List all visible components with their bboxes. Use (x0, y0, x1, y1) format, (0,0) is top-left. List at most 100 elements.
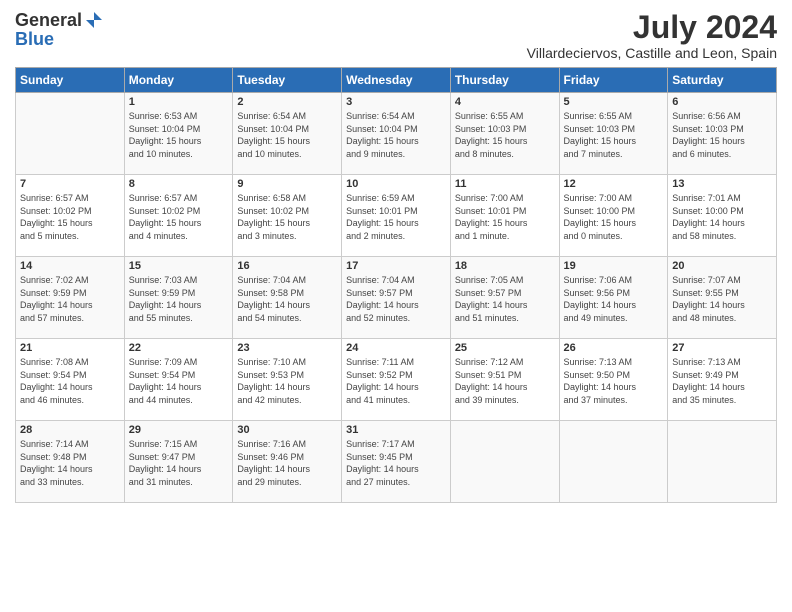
col-saturday: Saturday (668, 68, 777, 93)
logo-general: General (15, 10, 82, 31)
calendar-cell (668, 421, 777, 503)
calendar-cell: 27 Sunrise: 7:13 AM Sunset: 9:49 PM Dayli… (668, 339, 777, 421)
day-info: Sunrise: 6:55 AM Sunset: 10:03 PM Daylig… (455, 110, 555, 160)
col-monday: Monday (124, 68, 233, 93)
calendar-cell: 17 Sunrise: 7:04 AM Sunset: 9:57 PM Dayli… (342, 257, 451, 339)
calendar-cell: 2Sunrise: 6:54 AM Sunset: 10:04 PM Dayli… (233, 93, 342, 175)
calendar-cell: 15Sunrise: 7:03 AM Sunset: 9:59 PM Dayli… (124, 257, 233, 339)
calendar-cell: 20Sunrise: 7:07 AM Sunset: 9:55 PM Dayli… (668, 257, 777, 339)
day-number: 29 (129, 424, 229, 436)
day-info: Sunrise: 7:02 AM Sunset: 9:59 PM Dayligh… (20, 274, 120, 324)
calendar-cell: 7 Sunrise: 6:57 AM Sunset: 10:02 PM Dayli… (16, 175, 125, 257)
col-wednesday: Wednesday (342, 68, 451, 93)
day-info: Sunrise: 6:53 AM Sunset: 10:04 PM Daylig… (129, 110, 229, 160)
day-number: 19 (564, 260, 664, 272)
day-number: 15 (129, 260, 229, 272)
calendar-cell: 29 Sunrise: 7:15 AM Sunset: 9:47 PM Dayli… (124, 421, 233, 503)
day-info: Sunrise: 7:12 AM Sunset: 9:51 PM Dayligh… (455, 356, 555, 406)
day-info: Sunrise: 6:54 AM Sunset: 10:04 PM Daylig… (237, 110, 337, 160)
calendar-cell: 9 Sunrise: 6:58 AM Sunset: 10:02 PM Dayli… (233, 175, 342, 257)
logo-blue: Blue (15, 29, 54, 50)
day-number: 8 (129, 178, 229, 190)
day-number: 24 (346, 342, 446, 354)
day-number: 7 (20, 178, 120, 190)
day-number: 13 (672, 178, 772, 190)
day-number: 9 (237, 178, 337, 190)
day-number: 28 (20, 424, 120, 436)
day-number: 21 (20, 342, 120, 354)
day-number: 12 (564, 178, 664, 190)
day-number: 22 (129, 342, 229, 354)
day-info: Sunrise: 7:10 AM Sunset: 9:53 PM Dayligh… (237, 356, 337, 406)
calendar-cell: 11 Sunrise: 7:00 AM Sunset: 10:01 PM Dayl… (450, 175, 559, 257)
day-info: Sunrise: 7:16 AM Sunset: 9:46 PM Dayligh… (237, 438, 337, 488)
day-number: 18 (455, 260, 555, 272)
day-info: Sunrise: 6:58 AM Sunset: 10:02 PM Daylig… (237, 192, 337, 242)
day-number: 4 (455, 96, 555, 108)
day-number: 27 (672, 342, 772, 354)
day-info: Sunrise: 7:14 AM Sunset: 9:48 PM Dayligh… (20, 438, 120, 488)
day-number: 26 (564, 342, 664, 354)
day-info: Sunrise: 7:00 AM Sunset: 10:01 PM Daylig… (455, 192, 555, 242)
logo: General Blue (15, 10, 104, 50)
calendar-cell: 30 Sunrise: 7:16 AM Sunset: 9:46 PM Dayli… (233, 421, 342, 503)
day-info: Sunrise: 7:04 AM Sunset: 9:57 PM Dayligh… (346, 274, 446, 324)
week-row-1: 7 Sunrise: 6:57 AM Sunset: 10:02 PM Dayli… (16, 175, 777, 257)
week-row-4: 28 Sunrise: 7:14 AM Sunset: 9:48 PM Dayli… (16, 421, 777, 503)
calendar-cell: 14 Sunrise: 7:02 AM Sunset: 9:59 PM Dayli… (16, 257, 125, 339)
calendar-cell (559, 421, 668, 503)
calendar-cell: 4 Sunrise: 6:55 AM Sunset: 10:03 PM Dayli… (450, 93, 559, 175)
day-info: Sunrise: 6:54 AM Sunset: 10:04 PM Daylig… (346, 110, 446, 160)
week-row-2: 14 Sunrise: 7:02 AM Sunset: 9:59 PM Dayli… (16, 257, 777, 339)
week-row-3: 21Sunrise: 7:08 AM Sunset: 9:54 PM Dayli… (16, 339, 777, 421)
location-title: Villardeciervos, Castille and Leon, Spai… (527, 45, 777, 61)
day-number: 11 (455, 178, 555, 190)
day-info: Sunrise: 6:55 AM Sunset: 10:03 PM Daylig… (564, 110, 664, 160)
calendar-cell: 31Sunrise: 7:17 AM Sunset: 9:45 PM Dayli… (342, 421, 451, 503)
calendar-cell: 10 Sunrise: 6:59 AM Sunset: 10:01 PM Dayl… (342, 175, 451, 257)
day-info: Sunrise: 7:07 AM Sunset: 9:55 PM Dayligh… (672, 274, 772, 324)
calendar-cell: 19 Sunrise: 7:06 AM Sunset: 9:56 PM Dayli… (559, 257, 668, 339)
day-number: 10 (346, 178, 446, 190)
header: General Blue July 2024 Villardeciervos, … (15, 10, 777, 61)
day-number: 17 (346, 260, 446, 272)
calendar-cell: 5Sunrise: 6:55 AM Sunset: 10:03 PM Dayli… (559, 93, 668, 175)
calendar-cell: 18Sunrise: 7:05 AM Sunset: 9:57 PM Dayli… (450, 257, 559, 339)
month-title: July 2024 (527, 10, 777, 45)
calendar-cell: 25 Sunrise: 7:12 AM Sunset: 9:51 PM Dayli… (450, 339, 559, 421)
day-info: Sunrise: 7:01 AM Sunset: 10:00 PM Daylig… (672, 192, 772, 242)
calendar-cell: 12 Sunrise: 7:00 AM Sunset: 10:00 PM Dayl… (559, 175, 668, 257)
calendar-cell: 8 Sunrise: 6:57 AM Sunset: 10:02 PM Dayli… (124, 175, 233, 257)
day-number: 30 (237, 424, 337, 436)
day-info: Sunrise: 7:13 AM Sunset: 9:49 PM Dayligh… (672, 356, 772, 406)
calendar-cell: 3Sunrise: 6:54 AM Sunset: 10:04 PM Dayli… (342, 93, 451, 175)
day-number: 16 (237, 260, 337, 272)
day-info: Sunrise: 7:17 AM Sunset: 9:45 PM Dayligh… (346, 438, 446, 488)
day-info: Sunrise: 6:59 AM Sunset: 10:01 PM Daylig… (346, 192, 446, 242)
day-info: Sunrise: 7:00 AM Sunset: 10:00 PM Daylig… (564, 192, 664, 242)
day-info: Sunrise: 6:57 AM Sunset: 10:02 PM Daylig… (20, 192, 120, 242)
calendar-cell: 6Sunrise: 6:56 AM Sunset: 10:03 PM Dayli… (668, 93, 777, 175)
col-tuesday: Tuesday (233, 68, 342, 93)
header-row: Sunday Monday Tuesday Wednesday Thursday… (16, 68, 777, 93)
calendar-cell: 21Sunrise: 7:08 AM Sunset: 9:54 PM Dayli… (16, 339, 125, 421)
day-number: 25 (455, 342, 555, 354)
day-info: Sunrise: 7:09 AM Sunset: 9:54 PM Dayligh… (129, 356, 229, 406)
calendar-cell: 1 Sunrise: 6:53 AM Sunset: 10:04 PM Dayli… (124, 93, 233, 175)
col-thursday: Thursday (450, 68, 559, 93)
col-sunday: Sunday (16, 68, 125, 93)
day-number: 1 (129, 96, 229, 108)
day-info: Sunrise: 6:57 AM Sunset: 10:02 PM Daylig… (129, 192, 229, 242)
calendar-cell: 13 Sunrise: 7:01 AM Sunset: 10:00 PM Dayl… (668, 175, 777, 257)
day-info: Sunrise: 7:13 AM Sunset: 9:50 PM Dayligh… (564, 356, 664, 406)
calendar-cell: 23Sunrise: 7:10 AM Sunset: 9:53 PM Dayli… (233, 339, 342, 421)
calendar-cell: 24Sunrise: 7:11 AM Sunset: 9:52 PM Dayli… (342, 339, 451, 421)
day-info: Sunrise: 7:06 AM Sunset: 9:56 PM Dayligh… (564, 274, 664, 324)
calendar-cell: 16 Sunrise: 7:04 AM Sunset: 9:58 PM Dayli… (233, 257, 342, 339)
day-info: Sunrise: 7:15 AM Sunset: 9:47 PM Dayligh… (129, 438, 229, 488)
calendar-cell: 28 Sunrise: 7:14 AM Sunset: 9:48 PM Dayli… (16, 421, 125, 503)
day-info: Sunrise: 7:04 AM Sunset: 9:58 PM Dayligh… (237, 274, 337, 324)
calendar-cell: 26 Sunrise: 7:13 AM Sunset: 9:50 PM Dayli… (559, 339, 668, 421)
logo-icon (84, 10, 104, 30)
day-number: 14 (20, 260, 120, 272)
